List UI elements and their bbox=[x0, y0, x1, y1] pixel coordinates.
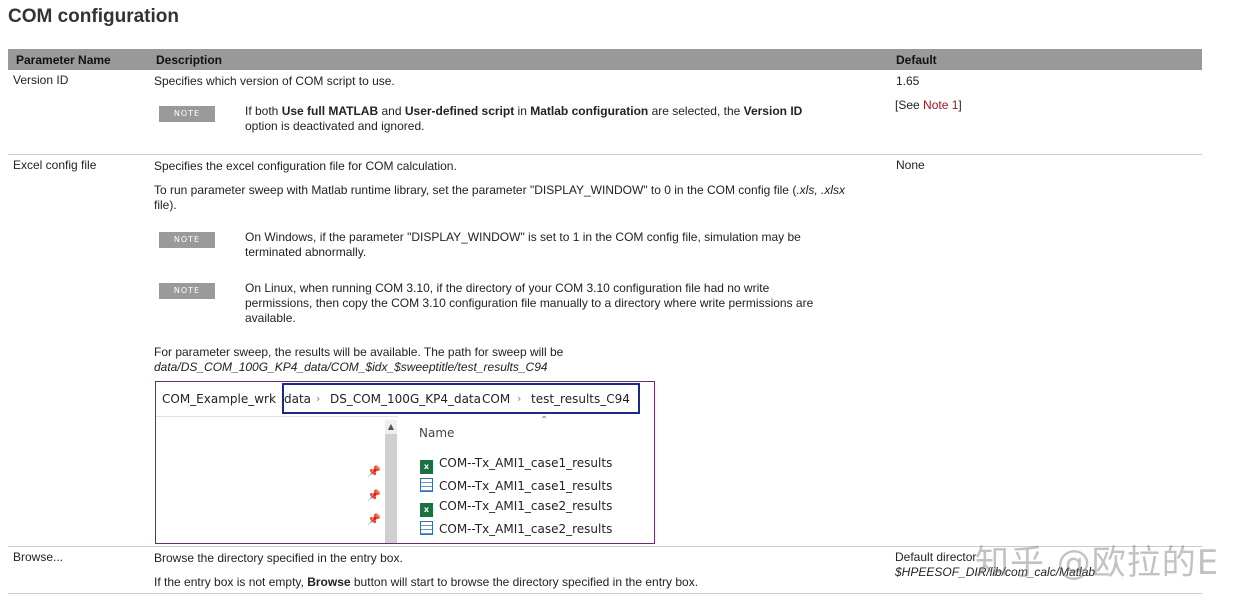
highlight-box bbox=[282, 383, 640, 414]
default-version-id: 1.65 bbox=[896, 74, 920, 88]
desc-version-id: Specifies which version of COM script to… bbox=[154, 74, 395, 88]
scroll-up-icon[interactable]: ▲ bbox=[385, 420, 397, 434]
note-version-id: If both Use full MATLAB and User-defined… bbox=[245, 104, 803, 133]
navigation-pane bbox=[156, 416, 398, 543]
sweep-path: data/DS_COM_100G_KP4_data/COM_$idx_$swee… bbox=[154, 360, 548, 374]
header-description: Description bbox=[156, 53, 223, 67]
table-icon bbox=[420, 478, 433, 492]
scrollbar[interactable] bbox=[385, 422, 397, 543]
table-icon bbox=[420, 521, 433, 535]
default-excel-config-file: None bbox=[896, 158, 925, 172]
note-badge: NOTE bbox=[159, 232, 215, 248]
param-browse: Browse... bbox=[13, 550, 64, 564]
desc-excel-sweep: To run parameter sweep with Matlab runti… bbox=[154, 183, 845, 212]
excel-icon: x bbox=[420, 460, 433, 474]
desc-excel-config-file: Specifies the excel configuration file f… bbox=[154, 159, 457, 173]
note-1-link[interactable]: Note 1 bbox=[923, 98, 958, 112]
note-badge: NOTE bbox=[159, 283, 215, 299]
pin-icon: 📌 bbox=[367, 465, 381, 478]
file-explorer-screenshot: COM_Example_wrk › data › DS_COM_100G_KP4… bbox=[155, 381, 655, 544]
row-divider bbox=[8, 154, 1202, 155]
note-windows: On Windows, if the parameter "DISPLAY_WI… bbox=[245, 230, 801, 259]
note-badge: NOTE bbox=[159, 106, 215, 122]
page-title: COM configuration bbox=[8, 6, 179, 27]
list-item[interactable]: x COM--Tx_AMI1_case1_results bbox=[420, 456, 612, 474]
excel-icon: x bbox=[420, 503, 433, 517]
table-header: Parameter Name Description Default bbox=[8, 49, 1202, 70]
list-item[interactable]: COM--Tx_AMI1_case1_results bbox=[420, 478, 612, 493]
row-divider bbox=[8, 593, 1202, 594]
list-item[interactable]: COM--Tx_AMI1_case2_results bbox=[420, 521, 612, 536]
param-excel-config-file: Excel config file bbox=[13, 158, 97, 172]
desc-browse: Browse the directory specified in the en… bbox=[154, 551, 403, 565]
desc-browse-detail: If the entry box is not empty, Browse bu… bbox=[154, 575, 699, 589]
column-header-name[interactable]: Name bbox=[419, 426, 454, 440]
header-parameter-name: Parameter Name bbox=[16, 53, 111, 67]
sort-caret-icon: ⌃ bbox=[540, 415, 549, 426]
watermark: 知乎 @欧拉的E bbox=[975, 543, 1220, 583]
param-version-id: Version ID bbox=[13, 73, 69, 87]
default-note-ref: [See Note 1] bbox=[895, 98, 962, 112]
chevron-right-icon: › bbox=[270, 392, 275, 405]
list-item[interactable]: x COM--Tx_AMI1_case2_results bbox=[420, 499, 612, 517]
pin-icon: 📌 bbox=[367, 489, 381, 502]
sweep-info: For parameter sweep, the results will be… bbox=[154, 345, 564, 374]
note-linux: On Linux, when running COM 3.10, if the … bbox=[245, 281, 814, 325]
header-default: Default bbox=[896, 53, 937, 67]
pin-icon: 📌 bbox=[367, 513, 381, 526]
breadcrumb-item[interactable]: COM_Example_wrk bbox=[162, 392, 276, 406]
